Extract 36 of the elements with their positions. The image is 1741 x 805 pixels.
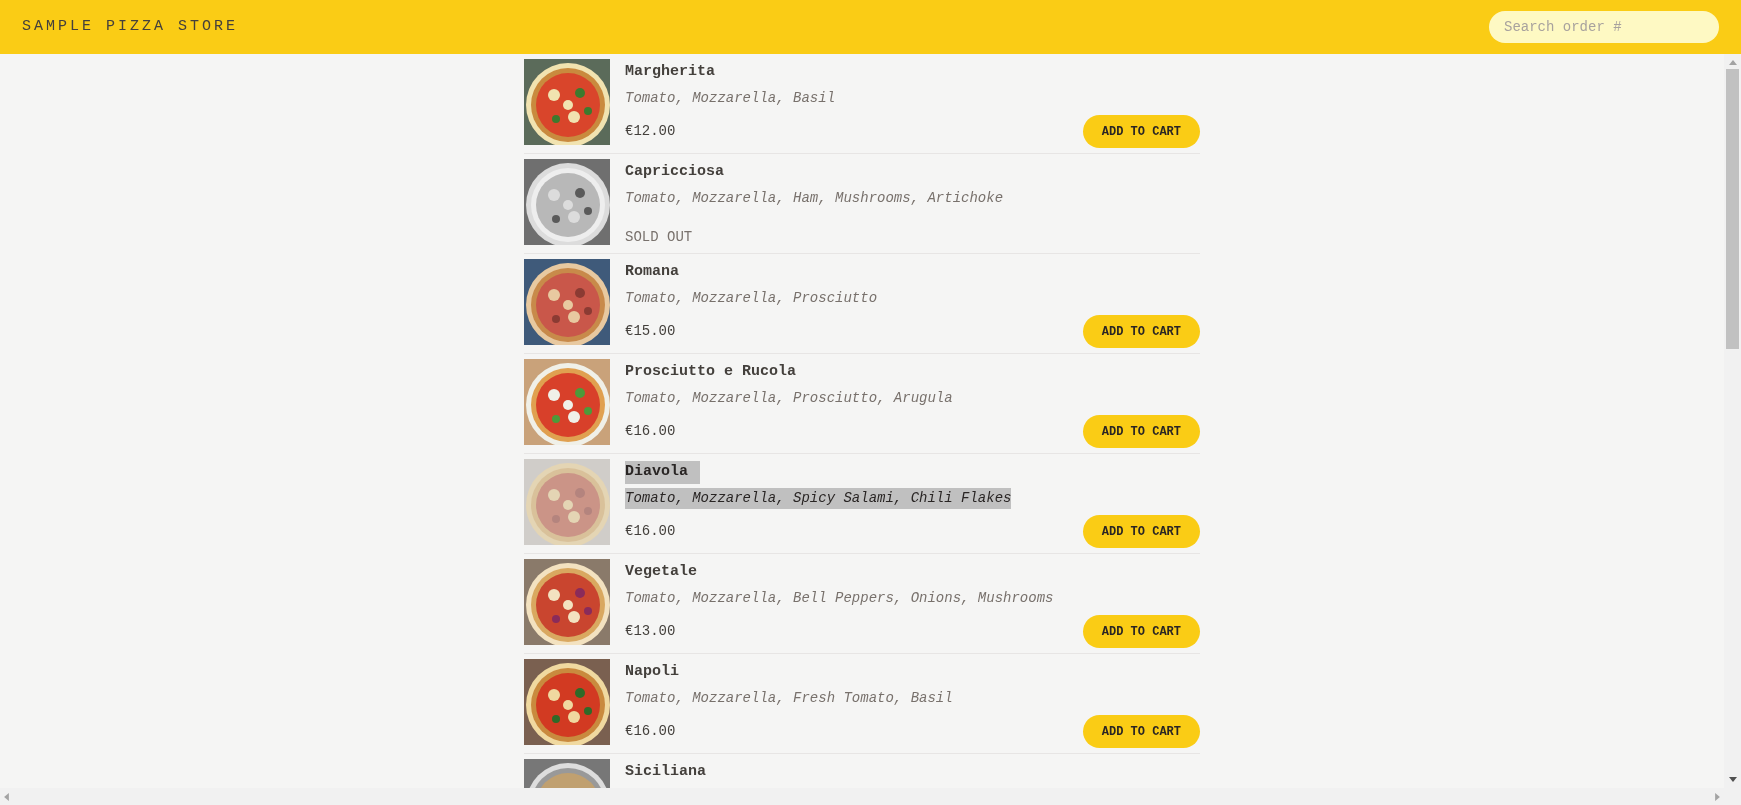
ingredients-text: Tomato, Mozzarella, Fresh Tomato, Basil — [625, 688, 953, 708]
pizza-name: Romana — [625, 262, 680, 282]
pizza-name: Napoli — [625, 662, 680, 682]
add-to-cart-button[interactable]: ADD TO CART — [1082, 515, 1200, 548]
ingredients-text: Tomato, Mozzarella, Prosciutto, Arugula — [625, 388, 953, 408]
pizza-name: Margherita — [625, 62, 716, 82]
scroll-down-icon[interactable] — [1728, 777, 1737, 782]
add-to-cart-button[interactable]: ADD TO CART — [1082, 715, 1200, 748]
price: €16.00 — [625, 422, 676, 441]
store-title: SAMPLE PIZZA STORE — [22, 16, 239, 37]
add-to-cart-button[interactable]: ADD TO CART — [1082, 315, 1200, 348]
search-field[interactable]: Search order # — [1489, 11, 1719, 43]
scroll-right-icon[interactable] — [1715, 792, 1720, 801]
pizza-name: Vegetale — [625, 562, 698, 582]
pizza-name: Prosciutto e Rucola — [625, 362, 798, 382]
price: €15.00 — [625, 322, 676, 341]
pizza-name: Siciliana — [625, 762, 707, 782]
ingredients-text: Tomato, Mozzarella, Prosciutto — [625, 288, 878, 308]
scroll-left-icon[interactable] — [4, 792, 9, 801]
price: €13.00 — [625, 622, 676, 641]
price: €16.00 — [625, 522, 676, 541]
price: €16.00 — [625, 722, 676, 741]
scrollbar-thumb[interactable] — [1726, 69, 1739, 349]
pizza-name: Capricciosa — [625, 162, 726, 182]
price: €12.00 — [625, 122, 676, 141]
ingredients-text: Tomato, Mozzarella, Ham, Mushrooms, Artichoke — [625, 188, 1004, 208]
pizza-name: Diavola — [625, 461, 700, 484]
scroll-up-icon[interactable] — [1728, 60, 1737, 65]
vertical-scrollbar[interactable] — [1724, 54, 1741, 788]
sold-out-label: SOLD OUT — [625, 228, 693, 247]
ingredients-text: Tomato, Mozzarella, Basil — [625, 88, 836, 108]
add-to-cart-button[interactable]: ADD TO CART — [1082, 615, 1200, 648]
ingredients-text: Tomato, Mozzarella, Spicy Salami, Chili Flakes — [625, 487, 1012, 509]
add-to-cart-button[interactable]: ADD TO CART — [1082, 115, 1200, 148]
add-to-cart-button[interactable]: ADD TO CART — [1082, 415, 1200, 448]
ingredients-text: Tomato, Mozzarella, Bell Peppers, Onions, Mushrooms — [625, 588, 1054, 608]
